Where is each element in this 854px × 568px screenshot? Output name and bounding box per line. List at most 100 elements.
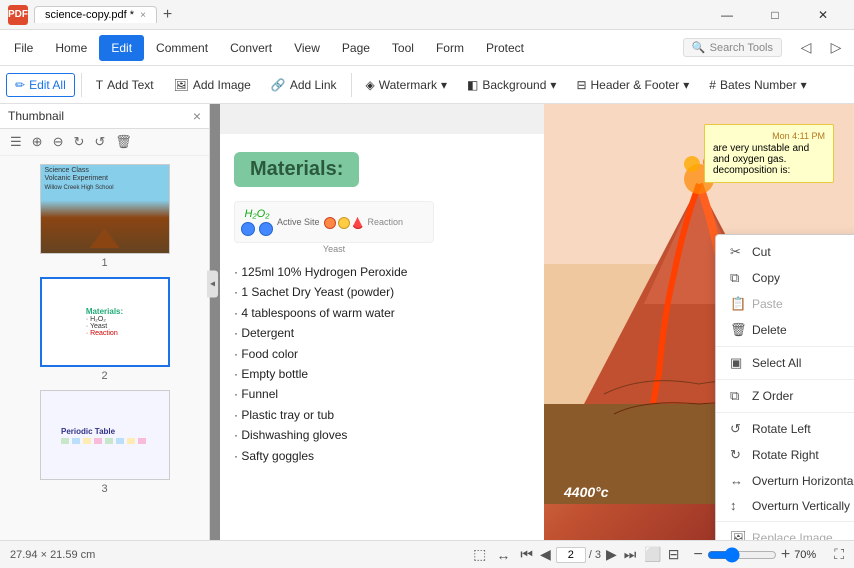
- ctx-rotate-right-label: Rotate Right: [752, 448, 854, 462]
- ctx-overturn-h[interactable]: ↔ Overturn Horizontally: [716, 468, 854, 493]
- thumb-rotate-cw-button[interactable]: ↻: [69, 132, 88, 152]
- ctx-divider-2: [716, 379, 854, 380]
- toolbar-divider-1: [81, 73, 82, 97]
- rotate-left-icon: ↺: [730, 421, 744, 437]
- ctx-overturn-h-label: Overturn Horizontally: [752, 474, 854, 488]
- ctx-paste-label: Paste: [752, 297, 854, 311]
- single-page-view-button[interactable]: ⬜: [644, 546, 661, 563]
- ctx-cut[interactable]: ✂ Cut: [716, 239, 854, 265]
- fullscreen-button[interactable]: ⛶: [834, 546, 844, 563]
- background-button[interactable]: ◧ Background ▾: [459, 74, 564, 96]
- fit-width-button[interactable]: ↔: [494, 547, 512, 563]
- thumbnail-item-1[interactable]: Science ClassVolcanic ExperimentWillow C…: [8, 164, 201, 269]
- thumbnail-item-3[interactable]: Periodic Table: [8, 390, 201, 495]
- menu-comment[interactable]: Comment: [146, 37, 218, 59]
- thumb-zoom-in-button[interactable]: ⊕: [28, 132, 47, 152]
- ctx-delete[interactable]: 🗑 Delete: [716, 317, 854, 343]
- bates-number-button[interactable]: # Bates Number ▾: [701, 74, 814, 96]
- ctx-overturn-v-label: Overturn Vertically: [752, 499, 854, 513]
- replace-image-icon: 🖼: [730, 530, 744, 540]
- active-tab[interactable]: science-copy.pdf * ×: [34, 6, 157, 23]
- ctx-rotate-left[interactable]: ↺ Rotate Left: [716, 416, 854, 442]
- titlebar: PDF science-copy.pdf * × + — □ ✕: [0, 0, 854, 30]
- ctx-copy-label: Copy: [752, 271, 854, 285]
- thumbnail-panel: Thumbnail × ☰ ⊕ ⊖ ↻ ↺ 🗑 Science ClassVol…: [0, 104, 210, 540]
- header-footer-button[interactable]: ⊟ Header & Footer ▾: [568, 74, 697, 96]
- ctx-select-all[interactable]: ▣ Select All: [716, 350, 854, 376]
- first-page-button[interactable]: ⏮: [518, 546, 535, 563]
- zoom-in-button[interactable]: +: [781, 546, 790, 564]
- next-page-button[interactable]: ▶: [604, 546, 619, 563]
- ctx-divider-1: [716, 346, 854, 347]
- back-button[interactable]: ◁: [792, 35, 820, 61]
- flip-horizontal-icon: ↔: [730, 473, 744, 488]
- last-page-button[interactable]: ⏭: [622, 546, 639, 563]
- maximize-button[interactable]: □: [752, 0, 798, 30]
- menu-home[interactable]: Home: [45, 37, 97, 59]
- main-area: Thumbnail × ☰ ⊕ ⊖ ↻ ↺ 🗑 Science ClassVol…: [0, 104, 854, 540]
- add-text-button[interactable]: T Add Text: [88, 74, 162, 96]
- fit-page-button[interactable]: ⬚: [471, 546, 488, 563]
- ctx-rotate-left-label: Rotate Left: [752, 422, 854, 436]
- panel-collapse-button[interactable]: ◂: [207, 271, 218, 298]
- menu-form[interactable]: Form: [426, 37, 474, 59]
- zoom-level-label: 70%: [794, 549, 830, 561]
- app-icon: PDF: [8, 5, 28, 25]
- annotation-text: are very unstable and and oxygen gas. de…: [713, 143, 825, 176]
- add-link-button[interactable]: 🔗 Add Link: [263, 74, 345, 96]
- link-icon: 🔗: [271, 78, 286, 92]
- thumbnail-item-2[interactable]: Materials: · H₂O₂ · Yeast · Reaction 2: [8, 277, 201, 382]
- prev-page-button[interactable]: ◀: [538, 546, 553, 563]
- page-number-input[interactable]: [556, 547, 586, 563]
- ctx-z-order[interactable]: ⧉ Z Order ▶: [716, 383, 854, 409]
- ctx-copy[interactable]: ⧉ Copy: [716, 265, 854, 291]
- search-tools[interactable]: 🔍 Search Tools: [683, 38, 782, 57]
- cut-icon: ✂: [730, 244, 744, 260]
- ctx-paste: 📋 Paste: [716, 291, 854, 317]
- pdf-viewer: Materials: H₂O₂ Active Site: [210, 104, 854, 540]
- menu-file[interactable]: File: [4, 37, 43, 59]
- thumbnail-header: Thumbnail ×: [0, 104, 209, 129]
- ctx-overturn-v[interactable]: ↕ Overturn Vertically: [716, 493, 854, 518]
- thumbnail-image-2: Materials: · H₂O₂ · Yeast · Reaction: [40, 277, 170, 367]
- ctx-select-all-label: Select All: [752, 356, 854, 370]
- page-navigation: ⏮ ◀ / 3 ▶ ⏭: [518, 546, 638, 563]
- menu-convert[interactable]: Convert: [220, 37, 282, 59]
- thumb-delete-button[interactable]: 🗑: [111, 132, 136, 152]
- menubar: File Home Edit Comment Convert View Page…: [0, 30, 854, 66]
- paste-icon: 📋: [730, 296, 744, 312]
- thumb-menu-button[interactable]: ☰: [6, 132, 26, 152]
- forward-button[interactable]: ▷: [822, 35, 850, 61]
- menu-protect[interactable]: Protect: [476, 37, 534, 59]
- zoom-out-button[interactable]: −: [694, 546, 703, 564]
- thumb-zoom-out-button[interactable]: ⊖: [49, 132, 68, 152]
- background-dropdown-icon: ▾: [550, 78, 556, 92]
- thumbnail-close-button[interactable]: ×: [193, 108, 201, 124]
- thumbnail-toolbar: ☰ ⊕ ⊖ ↻ ↺ 🗑: [0, 129, 209, 156]
- new-tab-button[interactable]: +: [157, 6, 178, 24]
- temperature-label: 4400°c: [564, 484, 609, 500]
- ctx-cut-label: Cut: [752, 245, 854, 259]
- minimize-button[interactable]: —: [704, 0, 750, 30]
- continuous-view-button[interactable]: ⊟: [668, 546, 680, 563]
- edit-all-button[interactable]: ✏ Edit All: [6, 73, 75, 97]
- watermark-button[interactable]: ◈ Watermark ▾: [358, 74, 456, 96]
- menu-edit[interactable]: Edit: [99, 35, 144, 61]
- close-button[interactable]: ✕: [800, 0, 846, 30]
- search-tools-label: Search Tools: [710, 42, 773, 54]
- zoom-slider[interactable]: [707, 547, 777, 563]
- tab-close-button[interactable]: ×: [140, 10, 146, 21]
- menu-view[interactable]: View: [284, 37, 330, 59]
- menu-tool[interactable]: Tool: [382, 37, 424, 59]
- menu-page[interactable]: Page: [332, 37, 380, 59]
- thumb-rotate-ccw-button[interactable]: ↺: [90, 132, 109, 152]
- thumbnail-num-2: 2: [101, 370, 107, 382]
- statusbar: 27.94 × 21.59 cm ⬚ ↔ ⏮ ◀ / 3 ▶ ⏭ ⬜ ⊟ − +…: [0, 540, 854, 568]
- toolbar: ✏ Edit All T Add Text 🖼 Add Image 🔗 Add …: [0, 66, 854, 104]
- add-image-button[interactable]: 🖼 Add Image: [166, 74, 259, 96]
- zoom-controls: − + 70% ⛶: [694, 546, 845, 564]
- delete-icon: 🗑: [730, 322, 744, 338]
- ctx-rotate-right[interactable]: ↻ Rotate Right: [716, 442, 854, 468]
- toolbar-divider-2: [351, 73, 352, 97]
- thumbnail-image-3: Periodic Table: [40, 390, 170, 480]
